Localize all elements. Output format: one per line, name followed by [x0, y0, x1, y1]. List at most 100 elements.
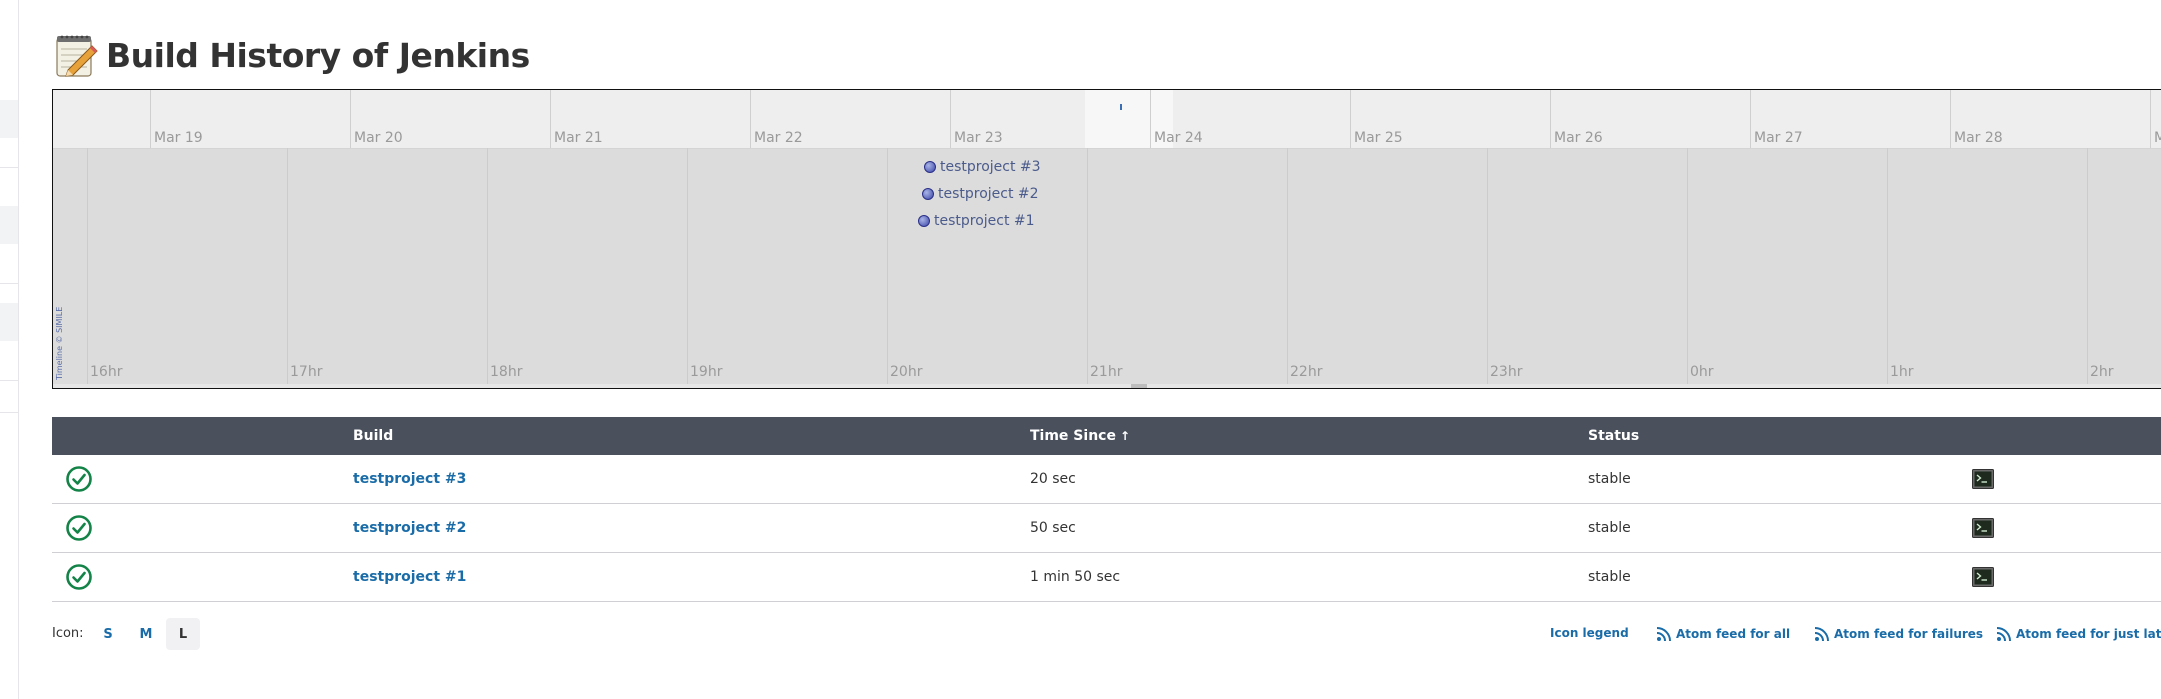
day-gridline: [550, 90, 551, 148]
icon-size-label: Icon:: [52, 626, 84, 641]
atom-feed-latest-link[interactable]: Atom feed for just latest builds: [1996, 626, 2161, 642]
hour-label: 17hr: [290, 364, 323, 380]
timeline-event[interactable]: testproject #1: [918, 213, 1035, 229]
table-footer: Icon: S M L Icon legend Atom feed for al…: [52, 618, 2161, 650]
icon-size-large-button[interactable]: L: [166, 618, 200, 650]
sidebar-item[interactable]: [0, 100, 18, 138]
column-header-status[interactable]: Status: [1588, 417, 1972, 455]
day-label: Mar 20: [354, 130, 403, 146]
hour-gridline: [1687, 148, 1688, 388]
sidebar-item[interactable]: [0, 303, 18, 341]
day-gridline: [1150, 90, 1151, 148]
timeline-scroll-handle[interactable]: [1131, 384, 1147, 388]
page-title: Build History of Jenkins: [106, 35, 530, 75]
table-header-row: Build Time Since ↑ Status: [52, 417, 2161, 455]
hour-label: 20hr: [890, 364, 923, 380]
hour-gridline: [1287, 148, 1288, 388]
column-header-time-since-label[interactable]: Time Since: [1030, 428, 1116, 444]
hour-gridline: [887, 148, 888, 388]
sort-ascending-icon[interactable]: ↑: [1120, 429, 1130, 443]
hour-label: 19hr: [690, 364, 723, 380]
timeline-event-label[interactable]: testproject #1: [934, 213, 1035, 229]
simile-credit[interactable]: Timeline © SIMILE: [55, 302, 67, 382]
atom-feed-all-label[interactable]: Atom feed for all: [1676, 627, 1790, 641]
atom-feed-failures-label[interactable]: Atom feed for failures: [1834, 627, 1983, 641]
sidebar-item[interactable]: [0, 206, 18, 244]
hour-gridline: [1887, 148, 1888, 388]
atom-feed-latest-label[interactable]: Atom feed for just latest builds: [2016, 627, 2161, 641]
hour-label: 22hr: [1290, 364, 1323, 380]
hour-label: 23hr: [1490, 364, 1523, 380]
column-header-build-label[interactable]: Build: [353, 428, 393, 444]
icon-legend-link[interactable]: Icon legend: [1550, 626, 1629, 640]
timeline-event-label[interactable]: testproject #3: [940, 159, 1041, 175]
hour-gridline: [2087, 148, 2088, 388]
day-label: Mar 25: [1354, 130, 1403, 146]
timeline-scrollbar[interactable]: [53, 384, 2161, 388]
build-history-table: Build Time Since ↑ Status testproject #3 …: [52, 417, 2161, 602]
column-header-build[interactable]: Build: [353, 417, 1030, 455]
console-output-icon[interactable]: [1972, 469, 1994, 489]
atom-feed-all-link[interactable]: Atom feed for all: [1656, 626, 1790, 642]
table-row: testproject #3 20 sec stable: [52, 455, 2161, 504]
console-output-icon[interactable]: [1972, 567, 1994, 587]
success-check-icon[interactable]: [65, 465, 93, 493]
hour-gridline: [87, 148, 88, 388]
console-output-icon[interactable]: [1972, 518, 1994, 538]
day-label: Mar 24: [1154, 130, 1203, 146]
success-check-icon[interactable]: [65, 563, 93, 591]
atom-feed-failures-link[interactable]: Atom feed for failures: [1814, 626, 1983, 642]
column-header-console: [1972, 417, 2161, 455]
column-header-status-icon[interactable]: [52, 417, 353, 455]
status-cell: stable: [1588, 503, 1972, 553]
hour-gridline: [287, 148, 288, 388]
icon-size-medium-button[interactable]: M: [129, 618, 163, 650]
hour-label: 16hr: [90, 364, 123, 380]
day-gridline: [950, 90, 951, 148]
build-link[interactable]: testproject #1: [353, 569, 466, 585]
time-since-cell: 50 sec: [1030, 503, 1588, 553]
day-gridline: [1350, 90, 1351, 148]
time-since-cell: 1 min 50 sec: [1030, 552, 1588, 602]
timeline-event[interactable]: testproject #2: [922, 186, 1039, 202]
hour-gridline: [487, 148, 488, 388]
timeline-marker: [1120, 104, 1122, 110]
timeline-event-label[interactable]: testproject #2: [938, 186, 1039, 202]
day-label: Mar 26: [1554, 130, 1603, 146]
notepad-icon: [52, 32, 98, 78]
day-gridline: [1750, 90, 1751, 148]
sidebar-divider: [0, 167, 18, 168]
table-row: testproject #1 1 min 50 sec stable: [52, 552, 2161, 602]
sidebar-divider: [0, 412, 18, 413]
column-header-time-since[interactable]: Time Since ↑: [1030, 417, 1588, 455]
rss-feed-icon: [1814, 627, 1829, 642]
table-row: testproject #2 50 sec stable: [52, 503, 2161, 553]
hour-gridline: [1087, 148, 1088, 388]
hour-label: 1hr: [1890, 364, 1914, 380]
day-label: M: [2154, 130, 2161, 146]
day-label: Mar 27: [1754, 130, 1803, 146]
hour-label: 21hr: [1090, 364, 1123, 380]
day-label: Mar 28: [1954, 130, 2003, 146]
success-check-icon[interactable]: [65, 514, 93, 542]
icon-legend-label[interactable]: Icon legend: [1550, 626, 1629, 640]
build-link[interactable]: testproject #2: [353, 520, 466, 536]
icon-size-small-button[interactable]: S: [91, 618, 125, 650]
day-gridline: [2150, 90, 2151, 148]
simile-credit-label[interactable]: Timeline © SIMILE: [55, 307, 64, 380]
day-label: Mar 19: [154, 130, 203, 146]
status-cell: stable: [1588, 455, 1972, 504]
column-header-status-label[interactable]: Status: [1588, 428, 1639, 444]
hour-label: 0hr: [1690, 364, 1714, 380]
timeline-event[interactable]: testproject #3: [924, 159, 1041, 175]
day-label: Mar 21: [554, 130, 603, 146]
day-gridline: [350, 90, 351, 148]
hour-gridline: [687, 148, 688, 388]
build-dot-icon: [922, 188, 934, 200]
status-cell: stable: [1588, 552, 1972, 602]
day-gridline: [1550, 90, 1551, 148]
time-since-cell: 20 sec: [1030, 455, 1588, 504]
build-timeline[interactable]: Mar 19 Mar 20 Mar 21 Mar 22 Mar 23 Mar 2…: [52, 89, 2161, 389]
build-link[interactable]: testproject #3: [353, 471, 466, 487]
build-dot-icon: [918, 215, 930, 227]
